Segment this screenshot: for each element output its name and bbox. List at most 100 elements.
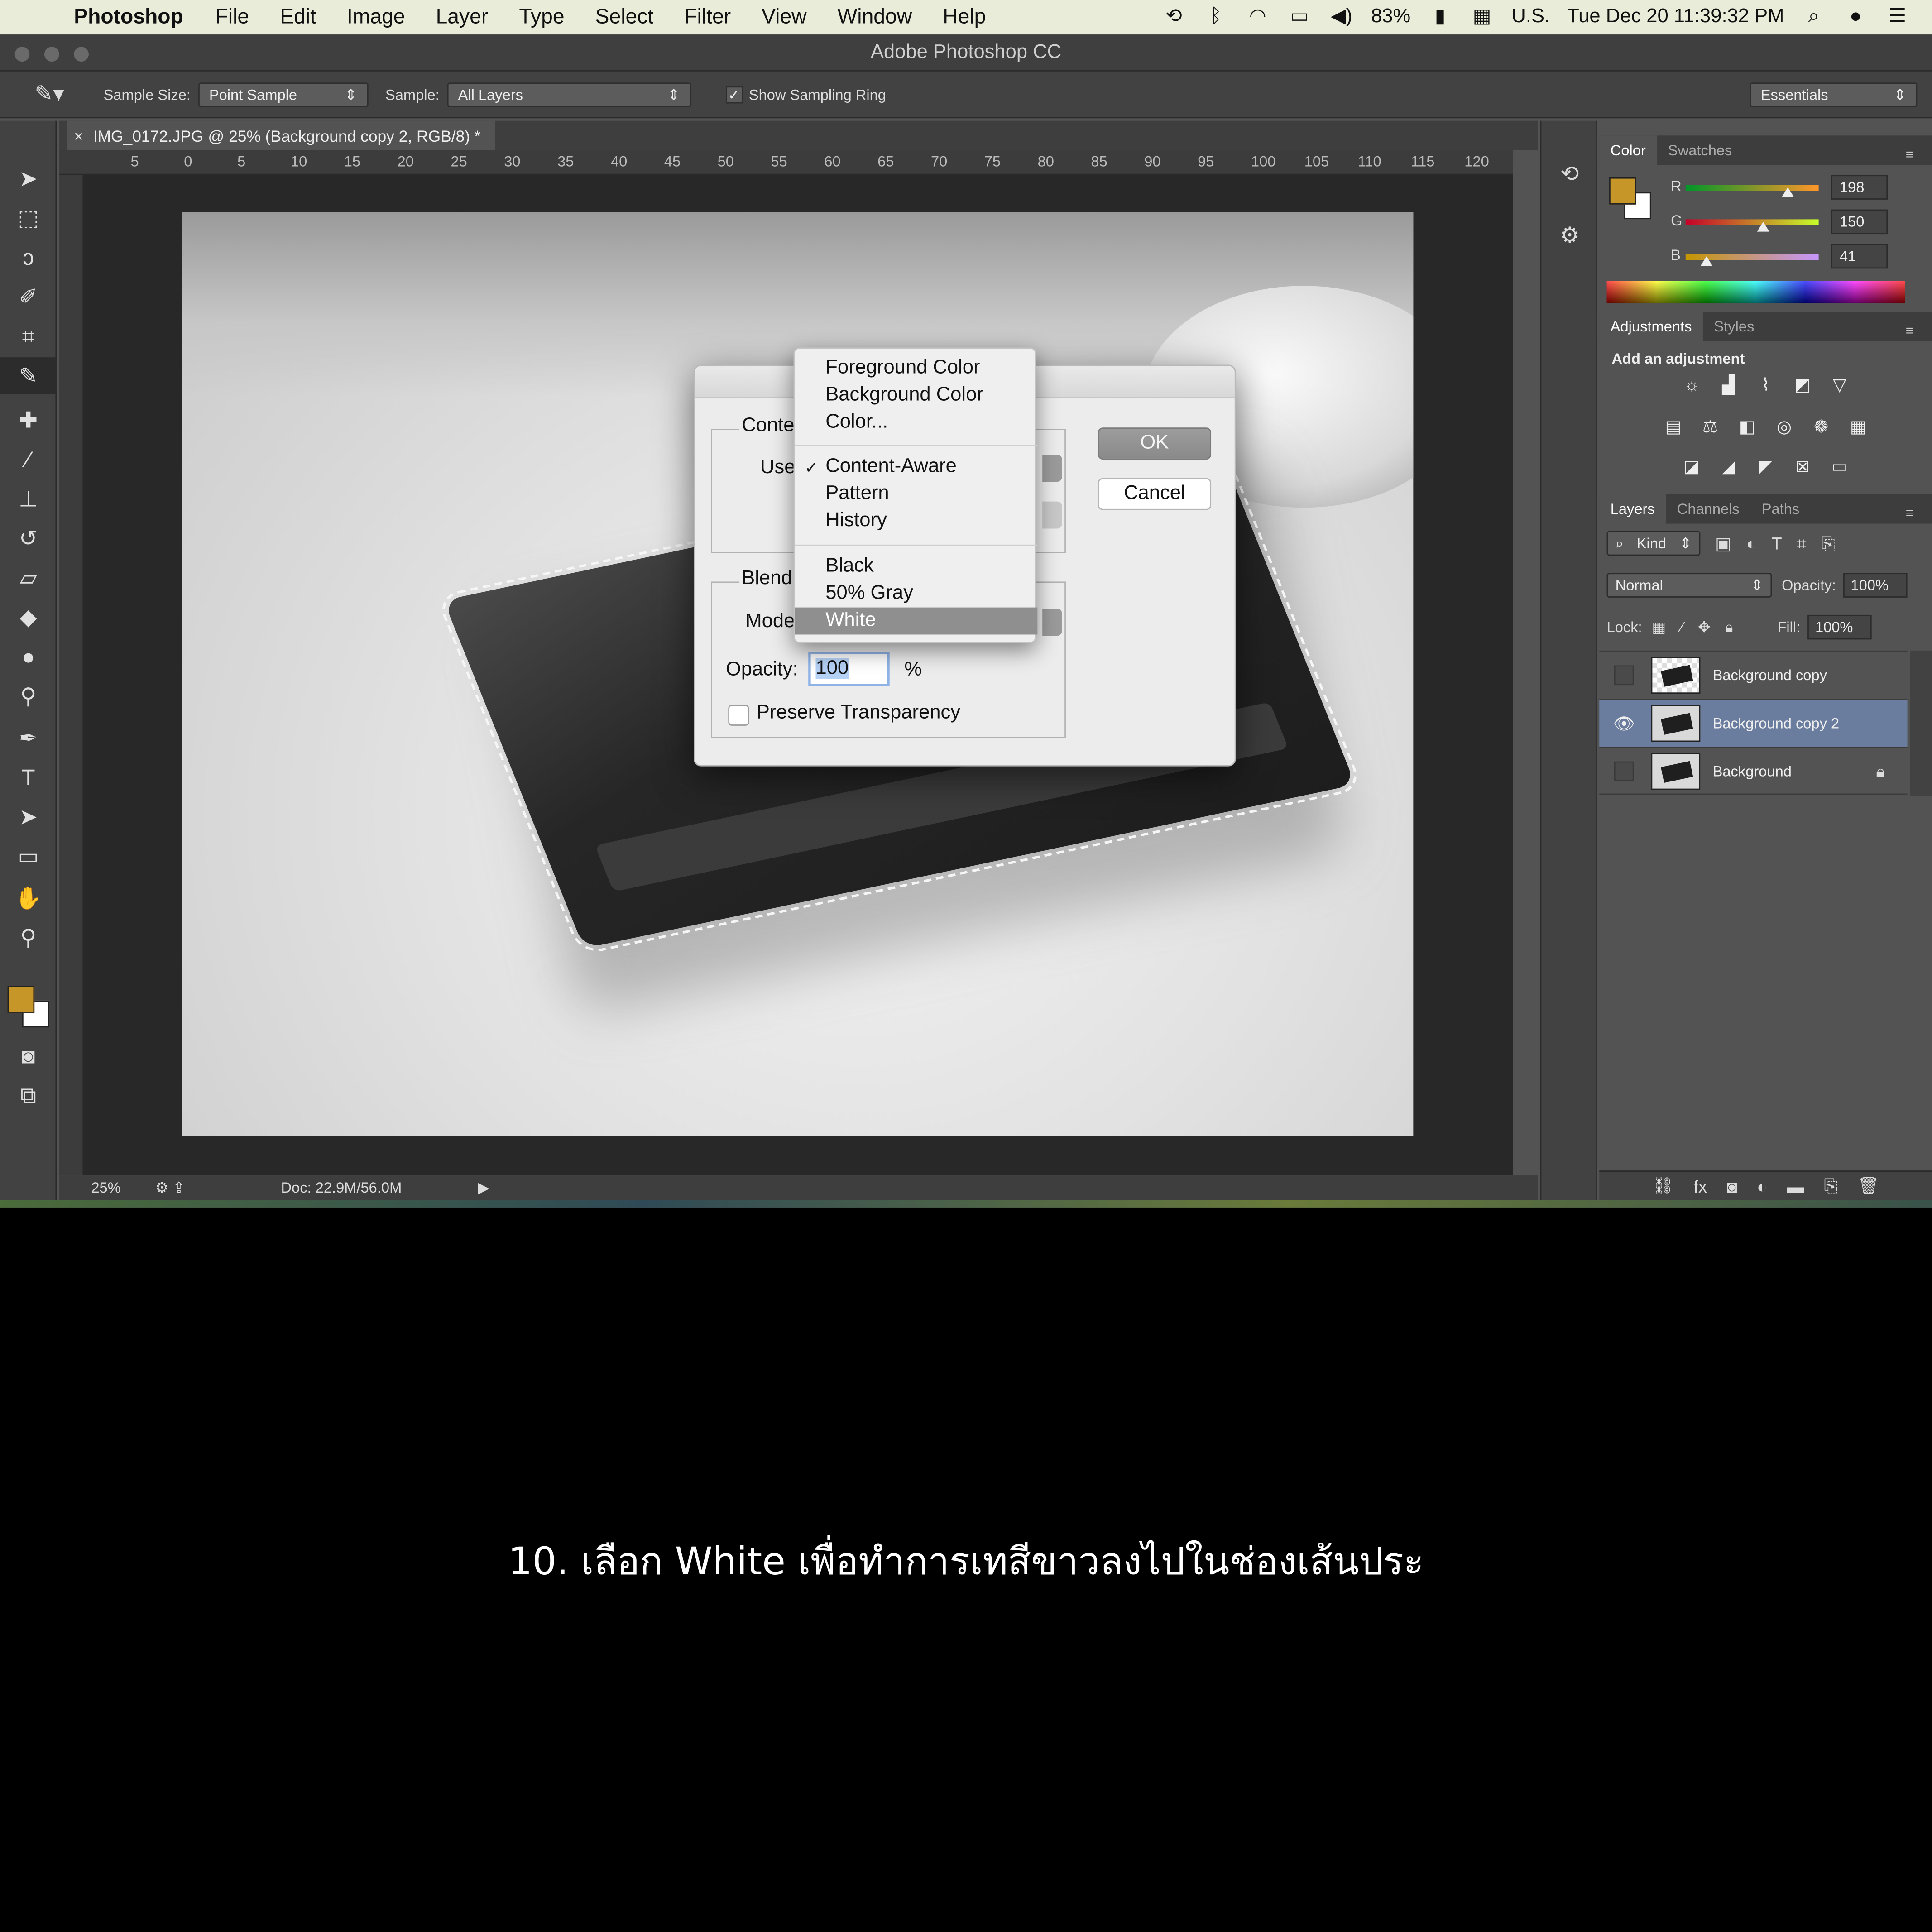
filter-adjustment-icon[interactable]: ◐ (1746, 533, 1757, 553)
selective-color-icon[interactable]: ⊠ (1790, 453, 1815, 478)
threshold-icon[interactable]: ◤ (1753, 453, 1778, 478)
volume-icon[interactable]: ◀) (1329, 6, 1354, 29)
menu-filter[interactable]: Filter (684, 5, 731, 29)
panel-color-swatches[interactable] (1609, 177, 1651, 220)
share-icon[interactable]: ⚙ ⇪ (155, 1179, 185, 1196)
crop-tool-icon[interactable]: ⌗ (0, 318, 57, 355)
screen-mode-icon[interactable]: ⧉ (0, 1077, 57, 1114)
path-select-tool-icon[interactable]: ➤ (0, 798, 57, 835)
vibrance-icon[interactable]: ▽ (1827, 372, 1852, 397)
add-mask-icon[interactable]: ◙ (1727, 1176, 1737, 1196)
red-value[interactable]: 198 (1831, 175, 1888, 200)
curves-icon[interactable]: ⌇ (1753, 372, 1778, 397)
visibility-toggle-empty[interactable] (1614, 665, 1634, 686)
layer-opacity-value[interactable]: 100% (1843, 573, 1908, 598)
tab-color[interactable]: Color (1599, 135, 1657, 165)
menu-file[interactable]: File (216, 5, 249, 29)
hand-tool-icon[interactable]: ✋ (0, 880, 57, 917)
new-layer-icon[interactable]: ⎘ (1824, 1175, 1837, 1196)
menu-item-content-aware[interactable]: Content-Aware (795, 453, 1037, 480)
zoom-window-button[interactable] (74, 47, 89, 62)
fill-opacity-input[interactable]: 100 (808, 652, 890, 686)
new-group-icon[interactable]: ▬ (1787, 1176, 1804, 1196)
stamp-tool-icon[interactable]: ⊥ (0, 480, 57, 518)
cancel-button[interactable]: Cancel (1098, 478, 1212, 510)
layer-row[interactable]: Background 🔒︎ (1599, 747, 1908, 795)
minimize-window-button[interactable] (44, 47, 59, 62)
pen-tool-icon[interactable]: ✒ (0, 719, 57, 757)
blend-mode-select[interactable]: Normal ⇕ (1606, 573, 1772, 598)
use-dropdown-arrow[interactable] (1042, 455, 1062, 482)
menu-edit[interactable]: Edit (280, 5, 316, 29)
link-layers-icon[interactable]: ⛓ (1652, 1175, 1673, 1196)
menu-window[interactable]: Window (838, 5, 912, 29)
time-machine-icon[interactable]: ⟲ (1161, 6, 1186, 29)
color-swatches[interactable] (7, 986, 52, 1030)
channel-mixer-icon[interactable]: ❁ (1809, 414, 1833, 438)
zoom-tool-icon[interactable]: ⚲ (0, 919, 57, 956)
preserve-transparency-checkbox[interactable] (728, 705, 749, 726)
lock-all-icon[interactable]: 🔒︎ (1725, 618, 1733, 637)
type-tool-icon[interactable]: T (0, 759, 57, 796)
doc-size[interactable]: Doc: 22.9M/56.0M (281, 1179, 402, 1196)
flag-icon[interactable]: ▦ (1470, 6, 1494, 29)
blue-slider-knob[interactable] (1700, 256, 1713, 266)
menu-item-foreground-color[interactable]: Foreground Color (795, 355, 1037, 382)
eyedropper-tool-icon[interactable]: ✎ (0, 357, 57, 394)
close-tab-icon[interactable]: × (74, 126, 83, 145)
layer-kind-filter[interactable]: ⌕ Kind ⇕ (1606, 531, 1701, 556)
color-spectrum[interactable] (1606, 281, 1905, 303)
photo-filter-icon[interactable]: ◎ (1772, 414, 1796, 438)
airplay-icon[interactable]: ▭ (1287, 6, 1312, 29)
panel-menu-icon[interactable]: ≡ (1894, 140, 1924, 170)
bucket-tool-icon[interactable]: ◆ (0, 599, 57, 636)
menu-app-name[interactable]: Photoshop (74, 5, 183, 29)
menu-view[interactable]: View (762, 5, 806, 29)
invert-icon[interactable]: ◪ (1679, 453, 1704, 478)
blur-tool-icon[interactable]: ● (0, 638, 57, 676)
red-slider-knob[interactable] (1781, 187, 1794, 197)
quick-select-tool-icon[interactable]: ✐ (0, 278, 57, 316)
show-ring-checkbox[interactable]: ✓ (725, 86, 743, 103)
dodge-tool-icon[interactable]: ⚲ (0, 678, 57, 715)
move-tool-icon[interactable]: ➤ (0, 160, 57, 197)
siri-icon[interactable]: ● (1843, 6, 1868, 29)
zoom-level[interactable]: 25% (91, 1179, 120, 1196)
lock-transparent-icon[interactable]: ▦ (1652, 618, 1666, 636)
menu-item-history[interactable]: History (795, 508, 1037, 535)
battery-percent[interactable]: 83% (1371, 6, 1410, 29)
layer-fill-value[interactable]: 100% (1807, 614, 1872, 640)
hue-saturation-icon[interactable]: ▤ (1661, 414, 1685, 438)
exposure-icon[interactable]: ◩ (1790, 372, 1815, 397)
ok-button[interactable]: OK (1098, 427, 1212, 460)
color-lookup-icon[interactable]: ▦ (1846, 414, 1870, 438)
menu-image[interactable]: Image (347, 5, 405, 29)
menu-item-color[interactable]: Color... (795, 409, 1037, 436)
tab-paths[interactable]: Paths (1750, 494, 1810, 523)
sample-size-select[interactable]: Point Sample ⇕ (198, 81, 368, 107)
menu-type[interactable]: Type (519, 5, 564, 29)
tab-layers[interactable]: Layers (1599, 494, 1666, 524)
notification-center-icon[interactable]: ☰ (1885, 6, 1910, 29)
history-brush-icon[interactable]: ↺ (0, 520, 57, 557)
red-slider[interactable] (1685, 185, 1819, 191)
healing-tool-icon[interactable]: ✚ (0, 402, 57, 439)
input-source[interactable]: U.S. (1511, 6, 1550, 29)
tab-swatches[interactable]: Swatches (1657, 135, 1743, 165)
lock-image-icon[interactable]: ⁄ (1681, 618, 1683, 636)
brush-tool-icon[interactable]: ⁄ (0, 441, 57, 478)
panel-foreground-swatch[interactable] (1609, 177, 1636, 205)
green-slider[interactable] (1685, 219, 1819, 225)
workspace-select[interactable]: Essentials ⇕ (1750, 81, 1918, 107)
layer-style-icon[interactable]: fx (1693, 1176, 1707, 1196)
layers-scrollbar[interactable] (1910, 650, 1932, 796)
document-tab[interactable]: × IMG_0172.JPG @ 25% (Background copy 2,… (66, 120, 495, 150)
spotlight-icon[interactable]: ⌕ (1802, 6, 1826, 29)
menu-item-white[interactable]: White (795, 607, 1038, 635)
tab-adjustments[interactable]: Adjustments (1599, 312, 1703, 341)
close-window-button[interactable] (14, 47, 30, 62)
blue-value[interactable]: 41 (1831, 244, 1888, 269)
posterize-icon[interactable]: ◢ (1716, 453, 1741, 478)
rectangle-tool-icon[interactable]: ▭ (0, 838, 57, 875)
menu-select[interactable]: Select (595, 5, 654, 29)
